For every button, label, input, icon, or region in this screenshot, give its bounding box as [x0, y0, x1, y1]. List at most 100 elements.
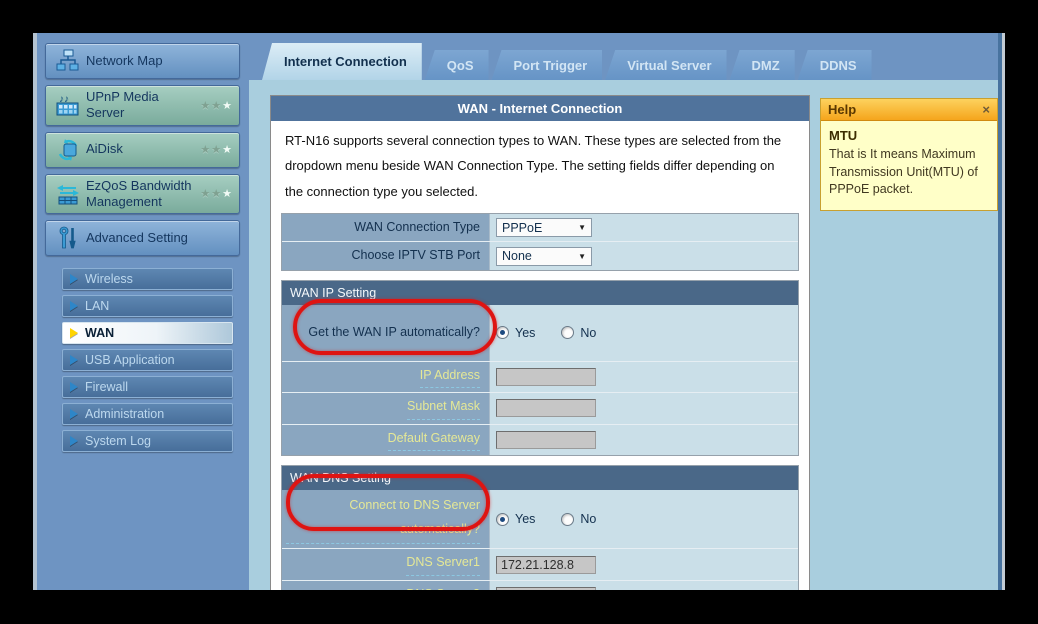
- dns-server2-tooltip-link[interactable]: DNS Server2: [406, 585, 480, 590]
- radio-yes[interactable]: [496, 326, 509, 339]
- selected-option: None: [502, 249, 532, 263]
- advanced-submenu: Wireless LAN WAN USB Application Firewal…: [40, 268, 245, 452]
- tab-port-trigger[interactable]: Port Trigger: [492, 50, 603, 80]
- sidebar-item-label: USB Application: [85, 353, 175, 367]
- rating-stars-icon: ★★★: [200, 187, 233, 200]
- sidebar-item-firewall[interactable]: Firewall: [62, 376, 233, 398]
- content-area: WAN - Internet Connection RT-N16 support…: [249, 80, 998, 590]
- default-gateway-tooltip-link[interactable]: Default Gateway: [388, 429, 480, 451]
- wan-ip-auto-radio-group: Yes No: [496, 326, 596, 340]
- sidebar-item-label: WAN: [85, 326, 114, 340]
- dns-auto-tooltip-link[interactable]: Connect to DNS Server automatically?: [286, 494, 480, 545]
- field-value-cell: [490, 581, 798, 590]
- section-header: WAN IP Setting: [282, 281, 798, 305]
- help-body: MTU That is It means Maximum Transmissio…: [821, 121, 997, 210]
- help-title: Help: [828, 102, 856, 117]
- wan-dns-setting-table: WAN DNS Setting Connect to DNS Server au…: [281, 465, 799, 590]
- sidebar-item-label: Network Map: [86, 53, 233, 69]
- field-value-cell: [490, 425, 798, 455]
- tab-dmz[interactable]: DMZ: [730, 50, 795, 80]
- page-description: RT-N16 supports several connection types…: [271, 121, 809, 213]
- help-panel: Help × MTU That is It means Maximum Tran…: [820, 98, 998, 211]
- radio-no[interactable]: [561, 326, 574, 339]
- field-value-cell: [490, 549, 798, 579]
- radio-label: Yes: [515, 326, 535, 340]
- tab-ddns[interactable]: DDNS: [798, 50, 872, 80]
- sidebar-item-administration[interactable]: Administration: [62, 403, 233, 425]
- field-label: Choose IPTV STB Port: [282, 242, 490, 269]
- field-value-cell: [490, 393, 798, 423]
- field-value-cell: Yes No: [490, 490, 798, 549]
- page-title: WAN - Internet Connection: [271, 96, 809, 121]
- field-value-cell: Yes No: [490, 305, 798, 361]
- network-map-icon: [50, 48, 86, 74]
- sidebar-item-lan[interactable]: LAN: [62, 295, 233, 317]
- arrow-icon: [70, 355, 78, 365]
- arrow-icon: [70, 436, 78, 446]
- sidebar-item-label: EzQoS Bandwidth Management: [86, 178, 200, 211]
- rating-stars-icon: ★★★: [200, 143, 233, 156]
- field-value-cell: PPPoE ▼: [490, 214, 798, 241]
- field-label: IP Address: [282, 362, 490, 392]
- dns-server1-tooltip-link[interactable]: DNS Server1: [406, 553, 480, 575]
- close-icon[interactable]: ×: [982, 102, 990, 117]
- radio-no[interactable]: [561, 513, 574, 526]
- table-row: Subnet Mask: [282, 393, 798, 424]
- sidebar-item-label: Advanced Setting: [86, 230, 233, 246]
- sidebar-item-network-map[interactable]: Network Map: [45, 43, 240, 79]
- connection-type-table: WAN Connection Type PPPoE ▼ Choose IPTV …: [281, 213, 799, 271]
- field-label: Default Gateway: [282, 425, 490, 455]
- wan-ip-setting-table: WAN IP Setting Get the WAN IP automatica…: [281, 280, 799, 456]
- table-row: WAN Connection Type PPPoE ▼: [282, 214, 798, 242]
- tab-bar: Internet Connection QoS Port Trigger Vir…: [249, 33, 998, 80]
- help-text: That is It means Maximum Transmission Un…: [829, 146, 989, 199]
- sidebar-item-aidisk[interactable]: AiDisk ★★★: [45, 132, 240, 168]
- table-row: Choose IPTV STB Port None ▼: [282, 242, 798, 269]
- wan-connection-type-select[interactable]: PPPoE ▼: [496, 218, 592, 237]
- help-term: MTU: [829, 127, 989, 145]
- tab-virtual-server[interactable]: Virtual Server: [605, 50, 726, 80]
- sidebar-item-label: Firewall: [85, 380, 128, 394]
- sidebar-item-system-log[interactable]: System Log: [62, 430, 233, 452]
- field-label: WAN Connection Type: [282, 214, 490, 241]
- sidebar: Network Map ♪♪ UPnP Media Server ★★★: [37, 33, 249, 590]
- dns-auto-radio-group: Yes No: [496, 512, 596, 526]
- subnet-mask-input: [496, 399, 596, 417]
- main-area: Internet Connection QoS Port Trigger Vir…: [249, 33, 998, 590]
- sidebar-item-usb-application[interactable]: USB Application: [62, 349, 233, 371]
- section-header: WAN DNS Setting: [282, 466, 798, 490]
- arrow-icon: [70, 409, 78, 419]
- iptv-stb-port-select[interactable]: None ▼: [496, 247, 592, 266]
- field-label: Get the WAN IP automatically?: [282, 305, 490, 361]
- field-label: DNS Server2: [282, 581, 490, 590]
- sidebar-item-label: LAN: [85, 299, 109, 313]
- dropdown-arrow-icon: ▼: [578, 223, 586, 232]
- tab-internet-connection[interactable]: Internet Connection: [262, 43, 422, 80]
- sidebar-item-ezqos[interactable]: EzQoS Bandwidth Management ★★★: [45, 174, 240, 215]
- sidebar-item-advanced-setting[interactable]: Advanced Setting: [45, 220, 240, 256]
- arrow-icon: [70, 274, 78, 284]
- arrow-icon: [70, 328, 78, 338]
- sidebar-item-wireless[interactable]: Wireless: [62, 268, 233, 290]
- arrow-icon: [70, 382, 78, 392]
- radio-yes[interactable]: [496, 513, 509, 526]
- ip-address-input: [496, 368, 596, 386]
- field-label: Subnet Mask: [282, 393, 490, 423]
- tab-qos[interactable]: QoS: [425, 50, 489, 80]
- media-server-icon: ♪♪: [50, 92, 86, 118]
- table-row: Connect to DNS Server automatically? Yes…: [282, 490, 798, 550]
- sidebar-item-wan[interactable]: WAN: [62, 322, 233, 344]
- ip-address-tooltip-link[interactable]: IP Address: [420, 366, 480, 388]
- field-value-cell: None ▼: [490, 242, 798, 269]
- sidebar-item-label: Administration: [85, 407, 164, 421]
- dropdown-arrow-icon: ▼: [578, 252, 586, 261]
- subnet-mask-tooltip-link[interactable]: Subnet Mask: [407, 397, 480, 419]
- arrow-icon: [70, 301, 78, 311]
- rating-stars-icon: ★★★: [200, 99, 233, 112]
- sidebar-item-upnp-media-server[interactable]: ♪♪ UPnP Media Server ★★★: [45, 85, 240, 126]
- selected-option: PPPoE: [502, 221, 542, 235]
- dns-server1-input: [496, 556, 596, 574]
- advanced-setting-icon: [50, 225, 86, 251]
- table-row: DNS Server1: [282, 549, 798, 580]
- field-value-cell: [490, 362, 798, 392]
